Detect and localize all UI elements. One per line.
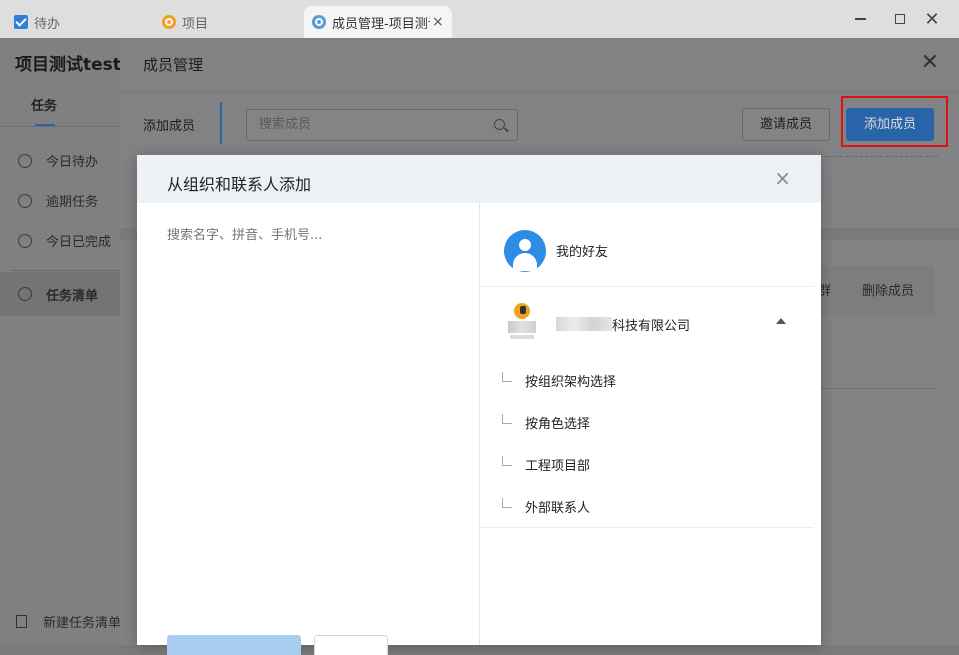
confirm-button[interactable]: [167, 635, 301, 655]
clock-icon: [18, 153, 32, 168]
redacted-company-name: [556, 317, 612, 331]
tree-branch-icon: [502, 456, 512, 466]
panel-close-icon[interactable]: ✕: [921, 52, 939, 74]
sidebar: 项目测试test 任务 今日待办 逾期任务 今日已完成 任务清单 新建任务清单: [0, 38, 121, 645]
sidebar-item-label: 逾期任务: [46, 195, 99, 210]
circle-icon: [18, 287, 32, 301]
tree-branch-icon: [502, 498, 512, 508]
sidebar-item-label: 今日待办: [46, 155, 99, 170]
sidebar-item-label: 任务清单: [46, 288, 99, 304]
settings-icon: [312, 15, 326, 29]
tab-project[interactable]: 项目: [162, 6, 208, 38]
minimize-button[interactable]: [848, 8, 872, 30]
divider: [810, 388, 934, 389]
project-title: 项目测试test: [15, 55, 121, 75]
my-friends-label: 我的好友: [556, 245, 609, 260]
search-column: [137, 203, 480, 655]
highlight-frame: [841, 96, 948, 147]
divider: [0, 126, 120, 127]
my-friends-item[interactable]: 我的好友: [480, 203, 814, 287]
org-option-engineering-dept[interactable]: 工程项目部: [480, 444, 814, 486]
tab-label: 成员管理-项目测试: [332, 16, 430, 32]
divider: [10, 270, 120, 271]
member-search-input[interactable]: 搜索成员: [246, 109, 518, 141]
dashed-divider: [820, 156, 938, 157]
dialog-title: 从组织和联系人添加: [167, 175, 312, 194]
tab-label: 项目: [182, 16, 209, 32]
cancel-button[interactable]: [314, 635, 388, 655]
new-task-list-label: 新建任务清单: [43, 616, 122, 631]
new-task-list-button[interactable]: 新建任务清单: [16, 612, 121, 631]
tab-close-icon[interactable]: ×: [432, 14, 444, 30]
contact-search-input[interactable]: [167, 228, 457, 243]
invite-member-button[interactable]: 邀请成员: [742, 108, 830, 141]
search-placeholder: 搜索成员: [259, 117, 312, 132]
minimize-icon: [854, 18, 866, 20]
maximize-button[interactable]: [888, 8, 912, 30]
tab-todo[interactable]: 待办: [14, 6, 60, 38]
delete-member-button[interactable]: 删除成员: [862, 280, 914, 299]
add-from-org-dialog: 从组织和联系人添加 × 我的好友 科技有限公司 按组织架构选择: [137, 155, 821, 655]
project-icon: [162, 15, 176, 29]
sidebar-item-done-today[interactable]: 今日已完成: [18, 231, 111, 250]
org-option-label: 按角色选择: [525, 417, 591, 432]
search-icon[interactable]: [494, 119, 505, 130]
panel-title: 成员管理: [143, 56, 204, 74]
org-option-by-role[interactable]: 按角色选择: [480, 402, 814, 444]
sidebar-item-today-todo[interactable]: 今日待办: [18, 151, 98, 170]
tab-member-management[interactable]: 成员管理-项目测试 ×: [304, 6, 452, 38]
tab-task[interactable]: 任务: [31, 95, 57, 114]
document-icon: [16, 615, 27, 628]
contacts-column: 我的好友 科技有限公司 按组织架构选择 按角色选择 工程项目部 外部联系人: [480, 203, 821, 645]
collapse-caret-icon[interactable]: [776, 318, 786, 324]
side-nav-add-member[interactable]: 添加成员: [143, 115, 195, 134]
company-logo: [507, 303, 537, 343]
org-option-external-contacts[interactable]: 外部联系人: [480, 486, 814, 528]
dialog-close-icon[interactable]: ×: [774, 168, 791, 188]
sidebar-item-overdue[interactable]: 逾期任务: [18, 191, 98, 210]
dialog-header: 从组织和联系人添加 ×: [137, 155, 821, 203]
maximize-icon: [895, 14, 905, 24]
clock-icon: [18, 193, 32, 208]
tree-branch-icon: [502, 372, 512, 382]
divider: [120, 92, 959, 93]
org-option-label: 工程项目部: [525, 459, 591, 474]
org-option-label: 外部联系人: [525, 501, 591, 516]
organization-item[interactable]: 科技有限公司: [480, 288, 814, 358]
org-option-by-structure[interactable]: 按组织架构选择: [480, 360, 814, 402]
user-avatar-icon: [504, 230, 546, 272]
title-tab-bar: 待办 项目 成员管理-项目测试 × ✕: [0, 0, 959, 38]
tree-branch-icon: [502, 414, 512, 424]
organization-name: 科技有限公司: [612, 319, 691, 334]
check-circle-icon: [18, 233, 32, 248]
checkbox-icon: [14, 15, 28, 29]
window-close-button[interactable]: ✕: [920, 8, 944, 30]
tab-label: 待办: [34, 16, 61, 32]
sidebar-item-task-list[interactable]: 任务清单: [0, 272, 120, 316]
org-option-label: 按组织架构选择: [525, 375, 617, 390]
sidebar-item-label: 今日已完成: [46, 235, 112, 250]
divider: [480, 527, 814, 528]
side-nav-indicator: [220, 102, 222, 144]
